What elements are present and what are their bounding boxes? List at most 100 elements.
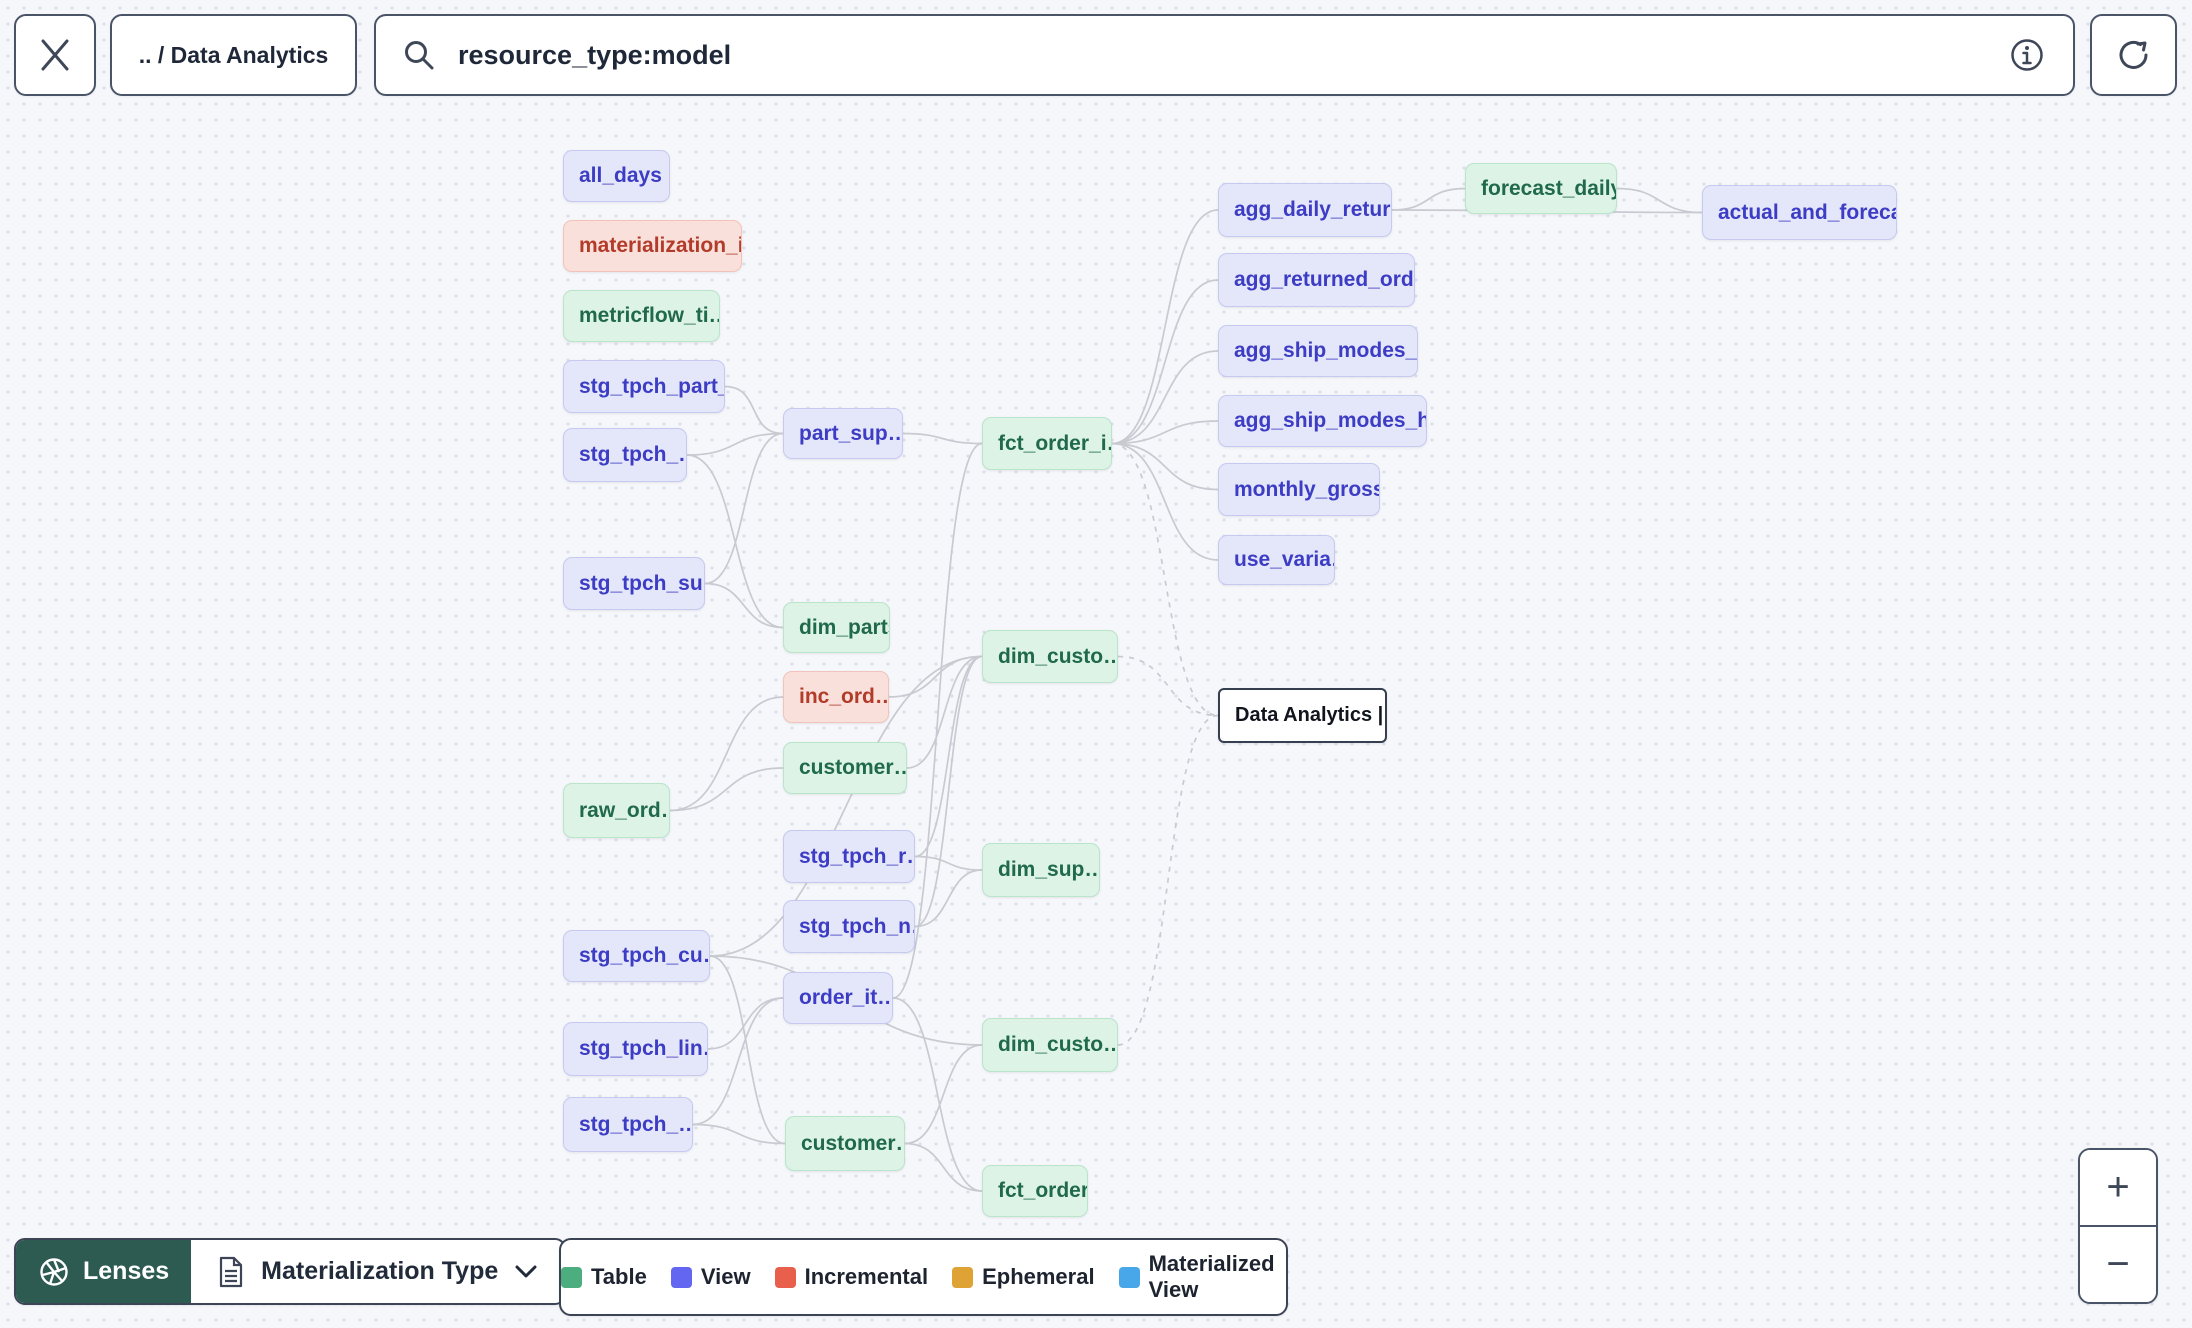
- node-dim_parts[interactable]: dim_parts: [783, 602, 890, 653]
- lineage-app: all_days materialization_i… metricflow_ti……: [0, 0, 2192, 1328]
- edge-agg_daily-to-forecast_daily: [1391, 187, 1466, 211]
- legend-swatch: [1118, 1266, 1140, 1288]
- node-agg_ship_d[interactable]: agg_ship_modes_d…: [1218, 325, 1418, 377]
- legend-item-view: View: [670, 1264, 751, 1290]
- edge-stg_tpch_1-to-part_sup: [686, 432, 784, 456]
- node-metricflow[interactable]: metricflow_ti…: [563, 290, 720, 342]
- legend-swatch: [952, 1266, 974, 1288]
- edge-fct_order_items-to-agg_daily: [1111, 209, 1219, 445]
- node-customer_2[interactable]: customer…: [785, 1116, 905, 1171]
- node-monthly_gross[interactable]: monthly_gross…: [1218, 463, 1380, 516]
- edge-order_it-to-fct_orders: [892, 997, 983, 1192]
- edge-customer_2-to-dim_custo_2: [904, 1044, 983, 1145]
- node-customer_1[interactable]: customer…: [783, 742, 907, 794]
- lenses-aperture-icon: [38, 1256, 70, 1288]
- edge-stg_tpch_r-to-dim_sup: [914, 855, 983, 871]
- node-stg_tpch_1[interactable]: stg_tpch_…: [563, 428, 687, 482]
- node-agg_daily[interactable]: agg_daily_retur…: [1218, 183, 1392, 237]
- edge-stg_tpch_n-to-dim_sup: [914, 869, 983, 928]
- node-inc_ord[interactable]: inc_ord…: [783, 671, 889, 723]
- search-bar[interactable]: [374, 14, 2075, 96]
- search-input[interactable]: [456, 38, 1987, 72]
- close-icon: [38, 38, 72, 72]
- node-materialization[interactable]: materialization_i…: [563, 220, 742, 272]
- edge-dim_custo_2-to-data_analytics: [1117, 714, 1219, 1046]
- legend-swatch: [670, 1266, 692, 1288]
- lenses-control: Lenses Materialization Type: [14, 1238, 567, 1305]
- edge-fct_order_items-to-agg_ship_ha: [1111, 420, 1219, 445]
- edge-customer_1-to-dim_custo_1: [906, 655, 983, 769]
- lens-select[interactable]: Materialization Type: [191, 1240, 564, 1303]
- node-dim_custo_2[interactable]: dim_custo…: [982, 1018, 1118, 1072]
- legend-swatch: [561, 1266, 582, 1288]
- legend-item-materialized-view: Materialized View: [1118, 1251, 1286, 1303]
- node-stg_tpch_part[interactable]: stg_tpch_part_…: [563, 360, 725, 413]
- edge-stg_tpch_su-to-part_sup: [704, 432, 784, 585]
- materialization-legend: Table View Incremental Ephemeral Materialize…: [559, 1238, 1288, 1316]
- edge-stg_tpch_2-to-customer_2: [692, 1123, 786, 1145]
- edge-part_sup-to-fct_order_items: [902, 432, 983, 445]
- edge-stg_tpch_n-to-dim_custo_1: [914, 655, 983, 928]
- document-icon: [217, 1256, 245, 1288]
- zoom-controls: + −: [2078, 1148, 2158, 1304]
- legend-item-table: Table: [561, 1264, 647, 1290]
- node-stg_tpch_su[interactable]: stg_tpch_su…: [563, 557, 705, 610]
- edge-inc_ord-to-dim_custo_1: [888, 655, 983, 698]
- edge-raw_ord-to-customer_1: [669, 767, 784, 812]
- node-part_sup[interactable]: part_sup…: [783, 408, 903, 459]
- edge-fct_order_items-to-monthly_gross: [1111, 442, 1219, 491]
- node-raw_ord[interactable]: raw_ord…: [563, 783, 670, 838]
- lens-select-value: Materialization Type: [261, 1257, 499, 1285]
- info-icon[interactable]: [2007, 35, 2047, 75]
- node-actual_and[interactable]: actual_and_foreca…: [1702, 185, 1897, 240]
- edge-dim_custo_1-to-data_analytics: [1117, 655, 1219, 717]
- node-stg_tpch_lin[interactable]: stg_tpch_lin…: [563, 1022, 708, 1076]
- edge-stg_tpch_lin-to-order_it: [707, 997, 784, 1050]
- chevron-down-icon: [514, 1264, 538, 1280]
- node-agg_ship_ha[interactable]: agg_ship_modes_ha…: [1218, 395, 1427, 447]
- lineage-canvas[interactable]: all_days materialization_i… metricflow_ti……: [0, 0, 2192, 1328]
- edge-forecast_daily-to-actual_and: [1616, 187, 1703, 214]
- refresh-button[interactable]: [2090, 14, 2177, 96]
- zoom-out-button[interactable]: −: [2080, 1225, 2156, 1302]
- refresh-icon: [2114, 35, 2154, 75]
- legend-label: View: [700, 1264, 751, 1289]
- node-stg_tpch_r[interactable]: stg_tpch_r…: [783, 830, 915, 883]
- legend-label: Ephemeral: [982, 1264, 1095, 1289]
- breadcrumb[interactable]: .. / Data Analytics: [110, 14, 357, 96]
- node-dim_custo_1[interactable]: dim_custo…: [982, 630, 1118, 683]
- node-fct_orders[interactable]: fct_orders: [982, 1165, 1088, 1217]
- lenses-button[interactable]: Lenses: [16, 1240, 192, 1303]
- legend-item-ephemeral: Ephemeral: [952, 1264, 1095, 1290]
- node-forecast_daily[interactable]: forecast_daily…: [1465, 163, 1617, 214]
- edge-stg_tpch_part-to-part_sup: [724, 385, 784, 435]
- node-use_varia[interactable]: use_varia…: [1218, 535, 1335, 585]
- edge-fct_order_items-to-data_analytics: [1111, 442, 1219, 717]
- close-button[interactable]: [14, 14, 96, 96]
- edge-fct_order_items-to-agg_ship_d: [1111, 350, 1219, 445]
- node-stg_tpch_n[interactable]: stg_tpch_n…: [783, 900, 915, 953]
- node-stg_tpch_cu[interactable]: stg_tpch_cu…: [563, 930, 710, 982]
- legend-label: Table: [591, 1264, 647, 1289]
- node-all_days[interactable]: all_days: [563, 150, 670, 202]
- breadcrumb-label: .. / Data Analytics: [138, 41, 329, 68]
- node-dim_sup[interactable]: dim_sup…: [982, 843, 1100, 897]
- legend-label: Materialized View: [1148, 1251, 1275, 1302]
- edge-customer_2-to-fct_orders: [904, 1142, 983, 1192]
- edge-stg_tpch_r-to-dim_custo_1: [914, 655, 983, 858]
- edge-raw_ord-to-inc_ord: [669, 696, 784, 812]
- node-agg_returned[interactable]: agg_returned_orde…: [1218, 253, 1415, 307]
- lenses-button-label: Lenses: [83, 1257, 170, 1285]
- node-data_analytics[interactable]: Data Analytics | …: [1218, 688, 1387, 743]
- zoom-in-button[interactable]: +: [2080, 1150, 2156, 1225]
- edge-stg_tpch_su-to-dim_parts: [704, 582, 784, 629]
- edge-fct_order_items-to-use_varia: [1111, 442, 1219, 561]
- legend-swatch: [774, 1266, 796, 1288]
- edge-fct_order_items-to-agg_returned: [1111, 279, 1219, 445]
- node-stg_tpch_2[interactable]: stg_tpch_…: [563, 1097, 693, 1152]
- legend-item-incremental: Incremental: [774, 1264, 929, 1290]
- edge-stg_tpch_cu-to-customer_2: [709, 955, 786, 1145]
- node-fct_order_items[interactable]: fct_order_i…: [982, 417, 1112, 470]
- node-order_it[interactable]: order_it…: [783, 972, 893, 1024]
- legend-label: Incremental: [804, 1264, 929, 1289]
